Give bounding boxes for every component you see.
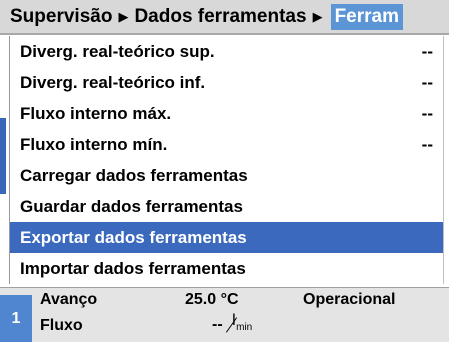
menu-item-label: Diverg. real-teórico sup.	[20, 41, 215, 61]
flow-unit: l min	[226, 312, 253, 334]
menu-item-label: Exportar dados ferramentas	[20, 227, 247, 247]
flow-unit-denominator: min	[236, 322, 253, 333]
menu-item-label: Fluxo interno mín.	[20, 134, 168, 154]
menu-item-exportar[interactable]: Exportar dados ferramentas	[10, 222, 443, 253]
menu-item-value: --	[421, 41, 433, 61]
menu-item-label: Guardar dados ferramentas	[20, 196, 243, 216]
breadcrumb-separator-icon: ▶	[312, 8, 323, 24]
menu-item-label: Importar dados ferramentas	[20, 258, 246, 278]
breadcrumb-separator-icon: ▶	[118, 8, 129, 24]
menu-item-diverg-sup[interactable]: Diverg. real-teórico sup. --	[10, 36, 443, 67]
channel-index-badge: 1	[0, 295, 32, 342]
breadcrumb-item-dados-ferramentas[interactable]: Dados ferramentas	[134, 6, 306, 28]
menu-item-guardar[interactable]: Guardar dados ferramentas	[10, 191, 443, 222]
menu-item-value: --	[421, 103, 433, 123]
menu-item-label: Carregar dados ferramentas	[20, 165, 248, 185]
advance-label: Avanço	[40, 291, 98, 308]
menu-list: Diverg. real-teórico sup. -- Diverg. rea…	[9, 36, 444, 284]
status-bar: 1 Avanço 25.0 °C Fluxo -- l min Operacio…	[0, 287, 449, 342]
menu-item-carregar[interactable]: Carregar dados ferramentas	[10, 160, 443, 191]
breadcrumb-bar: Supervisão ▶ Dados ferramentas ▶ Ferram	[0, 0, 449, 35]
menu-item-fluxo-max[interactable]: Fluxo interno máx. --	[10, 98, 443, 129]
advance-value: 25.0 °C	[185, 291, 239, 308]
menu-item-label: Fluxo interno máx.	[20, 103, 172, 123]
menu-item-fluxo-min[interactable]: Fluxo interno mín. --	[10, 129, 443, 160]
flow-value-number: --	[212, 316, 223, 334]
menu-item-value: --	[421, 134, 433, 154]
menu-item-value: --	[421, 72, 433, 92]
menu-item-diverg-inf[interactable]: Diverg. real-teórico inf. --	[10, 67, 443, 98]
flow-value: -- l min	[212, 312, 253, 334]
status-state: Operacional	[303, 291, 396, 308]
scroll-thumb[interactable]	[0, 118, 6, 194]
flow-label: Fluxo	[40, 317, 83, 334]
breadcrumb-item-active: Ferram	[330, 3, 403, 30]
menu-item-importar[interactable]: Importar dados ferramentas	[10, 253, 443, 284]
breadcrumb-item-supervisao[interactable]: Supervisão	[0, 6, 112, 28]
menu-item-label: Diverg. real-teórico inf.	[20, 72, 206, 92]
